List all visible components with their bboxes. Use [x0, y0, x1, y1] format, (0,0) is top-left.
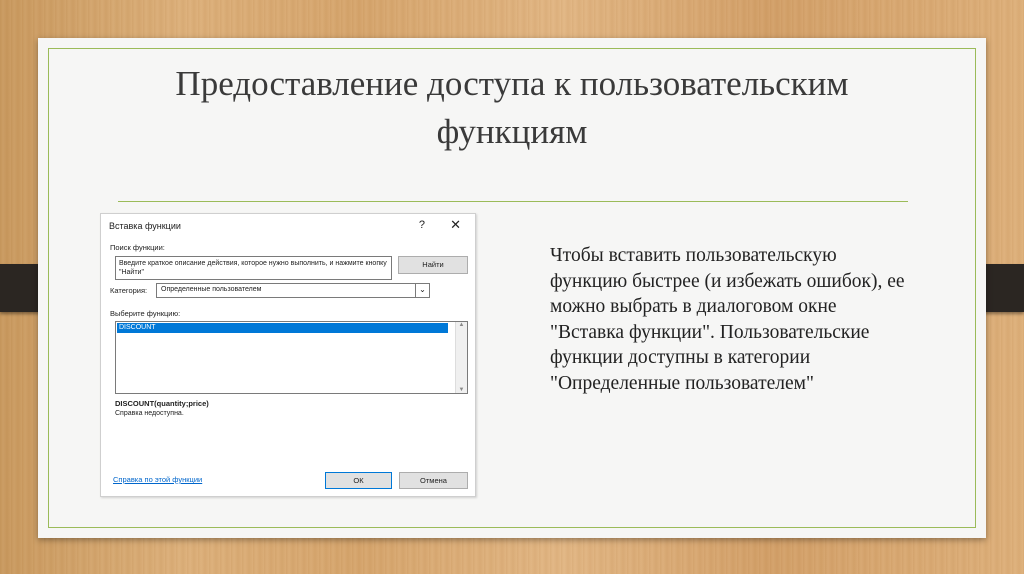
- select-function-label: Выберите функцию:: [110, 309, 181, 318]
- list-scrollbar[interactable]: ▲ ▼: [455, 322, 467, 393]
- function-help-text: Справка недоступна.: [115, 410, 184, 417]
- cancel-button[interactable]: Отмена: [399, 472, 468, 489]
- chevron-down-icon[interactable]: ⌄: [415, 284, 429, 297]
- dialog-title: Вставка функции: [109, 221, 181, 231]
- scroll-up-icon[interactable]: ▲: [456, 322, 467, 328]
- close-icon[interactable]: ✕: [450, 217, 461, 233]
- category-value: Определенные пользователем: [161, 286, 262, 293]
- search-label: Поиск функции:: [110, 243, 165, 252]
- slide-body-text: Чтобы вставить пользовательскую функцию …: [550, 245, 905, 394]
- ok-button[interactable]: ОК: [325, 472, 392, 489]
- search-input[interactable]: Введите краткое описание действия, котор…: [115, 256, 392, 280]
- category-select[interactable]: Определенные пользователем ⌄: [156, 283, 430, 298]
- help-icon[interactable]: ?: [419, 219, 425, 231]
- find-button[interactable]: Найти: [398, 256, 468, 274]
- scroll-down-icon[interactable]: ▼: [456, 387, 467, 393]
- title-divider: [118, 201, 908, 202]
- help-link[interactable]: Справка по этой функции: [113, 475, 202, 484]
- insert-function-dialog: Вставка функции ? ✕ Поиск функции: Введи…: [100, 213, 476, 497]
- slide-title: Предоставление доступа к пользовательски…: [175, 64, 849, 151]
- function-signature: DISCOUNT(quantity;price): [115, 399, 209, 408]
- list-item[interactable]: DISCOUNT: [117, 323, 448, 333]
- function-list[interactable]: DISCOUNT ▲ ▼: [115, 321, 468, 394]
- slide: Предоставление доступа к пользовательски…: [38, 38, 986, 538]
- dialog-titlebar: Вставка функции ? ✕: [101, 214, 475, 236]
- category-label: Категория:: [110, 286, 148, 295]
